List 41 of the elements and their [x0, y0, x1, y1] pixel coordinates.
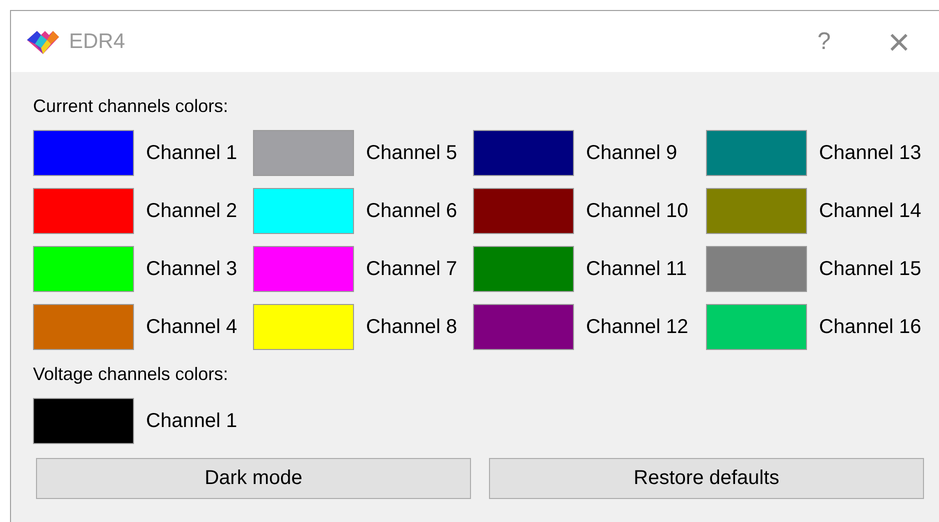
help-button[interactable]: ?	[794, 22, 854, 62]
color-swatch[interactable]	[253, 188, 354, 234]
channel-label: Channel 4	[146, 316, 238, 338]
color-swatch[interactable]	[706, 304, 807, 350]
channel-label: Channel 1	[146, 410, 238, 432]
color-swatch[interactable]	[33, 246, 134, 292]
color-swatch[interactable]	[473, 130, 574, 176]
push-button[interactable]: Dark mode	[36, 458, 471, 499]
channel-label: Channel 13	[819, 142, 922, 164]
channel-label: Channel 11	[586, 258, 687, 280]
channel-label: Channel 2	[146, 200, 238, 222]
channel-label: Channel 10	[586, 200, 688, 222]
section-label: Current channels colors:	[33, 95, 230, 118]
channel-label: Channel 9	[586, 142, 678, 164]
channel-label: Channel 6	[366, 200, 458, 222]
color-swatch[interactable]	[253, 246, 354, 292]
color-swatch[interactable]	[473, 246, 574, 292]
channel-label: Channel 12	[586, 316, 688, 338]
channel-label: Channel 7	[366, 258, 458, 280]
color-swatch[interactable]	[473, 188, 574, 234]
color-swatch[interactable]	[33, 304, 134, 350]
channel-label: Channel 16	[819, 316, 922, 338]
channel-label: Channel 1	[146, 142, 238, 164]
window-title: EDR4	[69, 30, 126, 54]
color-swatch[interactable]	[473, 304, 574, 350]
color-swatch[interactable]	[706, 246, 807, 292]
channel-label: Channel 5	[366, 142, 458, 164]
channel-label: Channel 14	[819, 200, 922, 222]
color-swatch[interactable]	[33, 130, 134, 176]
channel-label: Channel 3	[146, 258, 238, 280]
color-swatch[interactable]	[33, 188, 134, 234]
color-swatch[interactable]	[33, 398, 134, 444]
color-swatch[interactable]	[253, 130, 354, 176]
section-label: Voltage channels colors:	[33, 363, 230, 386]
color-swatch[interactable]	[706, 188, 807, 234]
push-button[interactable]: Restore defaults	[489, 458, 924, 499]
color-swatch[interactable]	[253, 304, 354, 350]
color-swatch[interactable]	[706, 130, 807, 176]
channel-label: Channel 8	[366, 316, 458, 338]
close-button[interactable]: ×	[869, 22, 929, 62]
channel-label: Channel 15	[819, 258, 922, 280]
